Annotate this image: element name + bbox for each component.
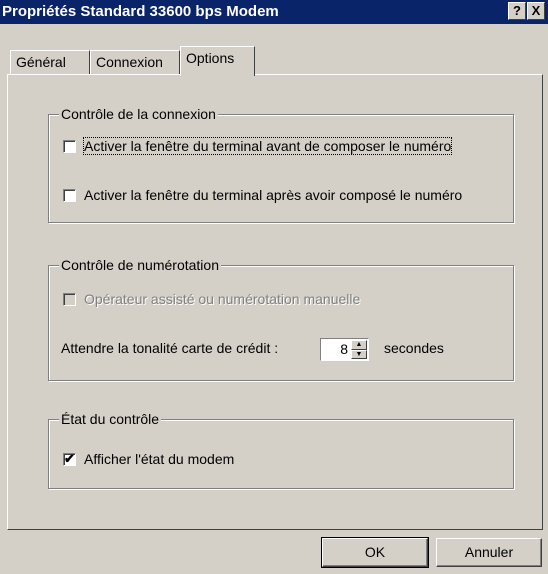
- wait-unit: secondes: [384, 340, 444, 356]
- tab-options[interactable]: Options: [180, 46, 255, 76]
- tab-options-label: Options: [186, 50, 235, 66]
- ok-button[interactable]: OK: [321, 537, 429, 568]
- help-button[interactable]: ?: [508, 2, 526, 20]
- check-icon: ✔: [64, 450, 75, 466]
- spinner-arrows: ▲ ▼: [351, 340, 367, 359]
- after-dial-label: Activer la fenêtre du terminal après avo…: [84, 187, 463, 203]
- tab-connexion[interactable]: Connexion: [90, 50, 180, 74]
- wait-seconds-value[interactable]: 8: [340, 341, 348, 357]
- before-dial-checkbox[interactable]: [63, 139, 76, 153]
- operator-option[interactable]: Opérateur assisté ou numérotation manuel…: [63, 291, 360, 307]
- operator-checkbox[interactable]: [63, 292, 76, 306]
- wait-label: Attendre la tonalité carte de crédit :: [61, 340, 279, 356]
- window-title: Propriétés Standard 33600 bps Modem: [2, 3, 279, 20]
- dial-control-legend: Contrôle de numérotation: [59, 257, 221, 273]
- before-dial-label: Activer la fenêtre du terminal avant de …: [82, 137, 453, 155]
- show-status-option[interactable]: ✔ Afficher l'état du modem: [63, 451, 234, 467]
- spin-up-icon[interactable]: ▲: [351, 340, 367, 350]
- after-dial-checkbox[interactable]: [63, 188, 76, 202]
- show-status-checkbox[interactable]: ✔: [63, 450, 76, 466]
- tab-general-label: Général: [16, 54, 66, 70]
- after-dial-option[interactable]: Activer la fenêtre du terminal après avo…: [63, 187, 462, 203]
- cancel-button[interactable]: Annuler: [436, 538, 542, 567]
- before-dial-option[interactable]: Activer la fenêtre du terminal avant de …: [63, 137, 453, 155]
- tab-general[interactable]: Général: [10, 50, 90, 74]
- title-bar: Propriétés Standard 33600 bps Modem ? X: [0, 0, 548, 24]
- tab-connexion-label: Connexion: [96, 54, 163, 70]
- connection-control-group: Contrôle de la connexion: [48, 106, 514, 223]
- spin-down-icon[interactable]: ▼: [351, 350, 367, 359]
- dial-control-group: Contrôle de numérotation: [48, 257, 514, 381]
- close-button[interactable]: X: [527, 2, 545, 20]
- connection-control-legend: Contrôle de la connexion: [59, 106, 218, 122]
- wait-seconds-spinner[interactable]: 8 ▲ ▼: [320, 338, 369, 361]
- operator-label: Opérateur assisté ou numérotation manuel…: [84, 291, 361, 307]
- status-control-legend: État du contrôle: [59, 411, 162, 427]
- show-status-label: Afficher l'état du modem: [84, 451, 235, 467]
